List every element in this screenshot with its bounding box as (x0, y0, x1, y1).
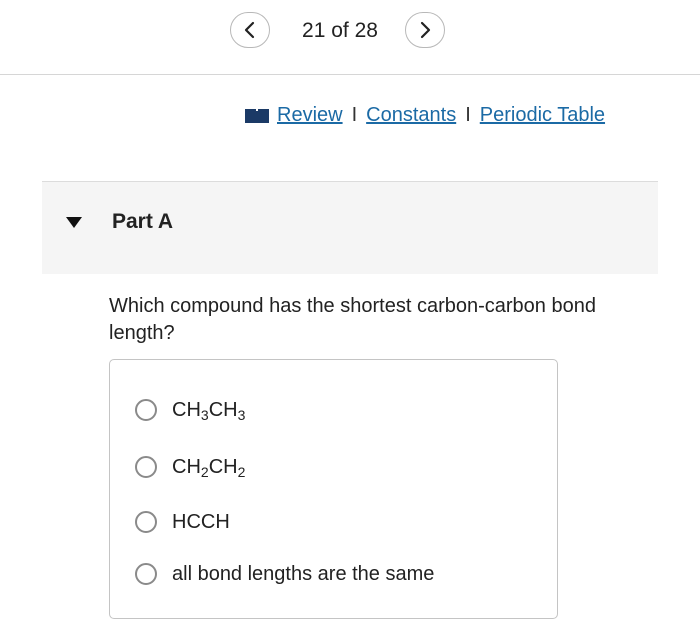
next-question-button[interactable] (405, 12, 445, 48)
periodic-table-link[interactable]: Periodic Table (480, 104, 605, 127)
answer-options: CH3CH3 CH2CH2 HCCH all bond lengths are … (109, 359, 558, 619)
review-link[interactable]: Review (277, 104, 343, 127)
link-separator: I (465, 104, 471, 126)
question-pager: 21 of 28 (0, 12, 700, 52)
option-ch2ch2[interactable]: CH2CH2 (135, 452, 245, 482)
caret-down-icon[interactable] (66, 217, 82, 229)
chevron-left-icon (244, 21, 255, 39)
option-hcch[interactable]: HCCH (135, 507, 230, 537)
previous-question-button[interactable] (230, 12, 270, 48)
option-label: all bond lengths are the same (172, 562, 435, 585)
part-header[interactable]: Part A (42, 181, 658, 274)
radio-button[interactable] (135, 563, 157, 585)
option-label: HCCH (172, 510, 230, 533)
link-separator: I (351, 104, 358, 126)
option-label: CH2CH2 (172, 455, 246, 480)
option-all-same[interactable]: all bond lengths are the same (135, 559, 434, 589)
question-counter: 21 of 28 (302, 19, 378, 42)
radio-button[interactable] (135, 456, 157, 478)
chevron-right-icon (420, 21, 431, 39)
option-ch3ch3[interactable]: CH3CH3 (135, 395, 245, 425)
constants-link[interactable]: Constants (366, 104, 456, 127)
question-text: Which compound has the shortest carbon-c… (109, 295, 596, 344)
resource-links: Review I Constants I Periodic Table (245, 104, 665, 127)
top-divider (0, 74, 700, 75)
book-icon (245, 108, 269, 123)
option-label: CH3CH3 (172, 398, 246, 423)
radio-button[interactable] (135, 511, 157, 533)
part-title: Part A (112, 210, 174, 233)
radio-button[interactable] (135, 399, 157, 421)
